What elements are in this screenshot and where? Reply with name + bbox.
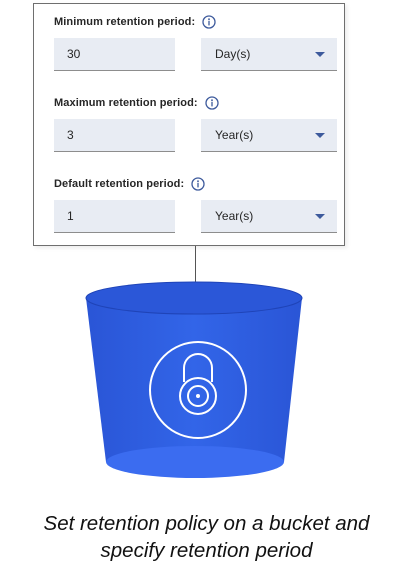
retention-settings-panel: Minimum retention period: 30 Day(s) Maxi… [33, 3, 345, 246]
default-retention-label: Default retention period: [54, 178, 185, 190]
default-retention-unit-value: Year(s) [215, 209, 254, 223]
maximum-retention-input[interactable]: 3 [54, 119, 175, 152]
minimum-retention-label-row: Minimum retention period: [54, 13, 216, 31]
minimum-retention-unit-value: Day(s) [215, 47, 251, 61]
minimum-retention-unit-select[interactable]: Day(s) [201, 38, 337, 71]
maximum-retention-unit-value: Year(s) [215, 128, 254, 142]
bucket-icon [84, 280, 304, 497]
maximum-retention-unit-select[interactable]: Year(s) [201, 119, 337, 152]
default-retention-label-row: Default retention period: [54, 175, 205, 193]
info-icon[interactable] [202, 15, 216, 29]
default-retention-unit-select[interactable]: Year(s) [201, 200, 337, 233]
caption: Set retention policy on a bucket and spe… [0, 510, 413, 564]
caption-line-1: Set retention policy on a bucket and [43, 512, 370, 535]
info-icon[interactable] [205, 96, 219, 110]
chevron-down-icon [315, 133, 325, 138]
maximum-retention-label: Maximum retention period: [54, 97, 198, 109]
chevron-down-icon [315, 214, 325, 219]
chevron-down-icon [315, 52, 325, 57]
info-icon[interactable] [191, 177, 205, 191]
caption-line-2: specify retention period [100, 539, 313, 562]
maximum-retention-label-row: Maximum retention period: [54, 94, 219, 112]
minimum-retention-label: Minimum retention period: [54, 16, 196, 28]
default-retention-input[interactable]: 1 [54, 200, 175, 233]
minimum-retention-input[interactable]: 30 [54, 38, 175, 71]
